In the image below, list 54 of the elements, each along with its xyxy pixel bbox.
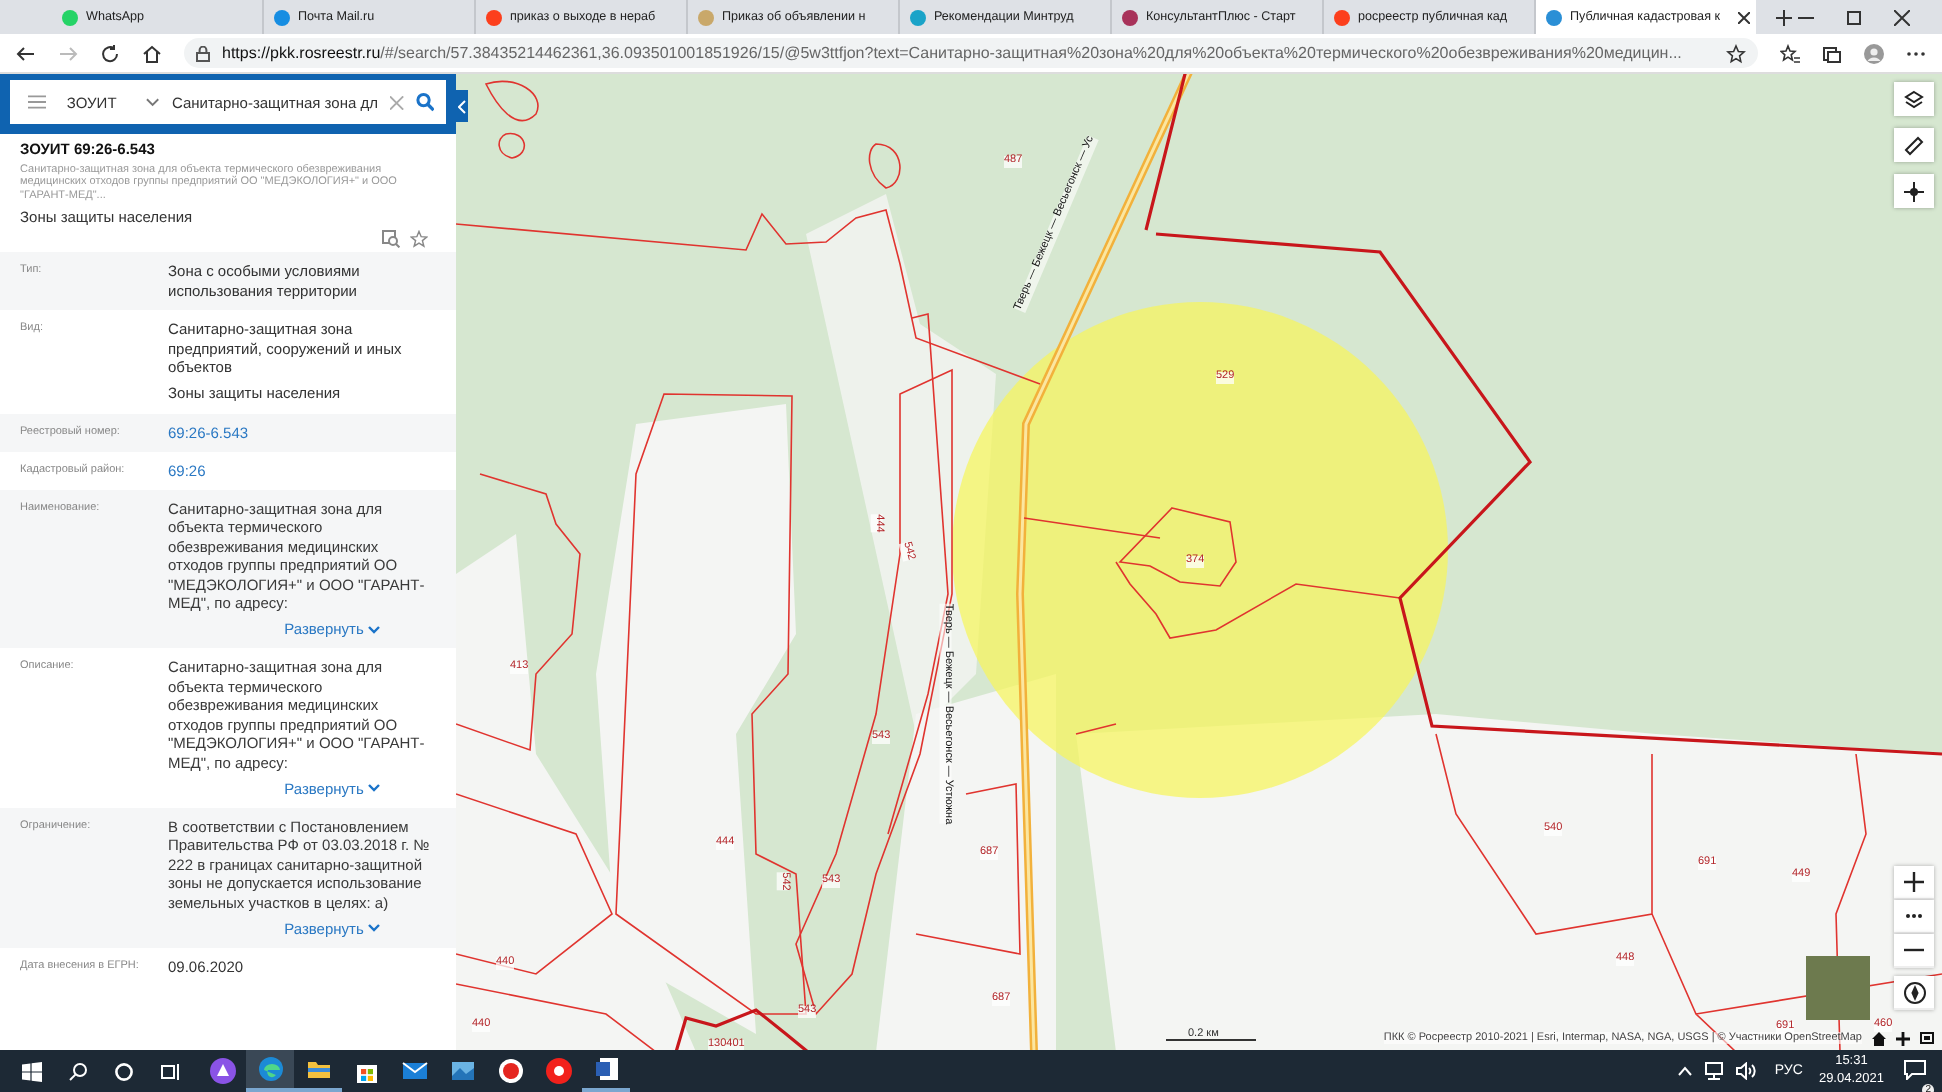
favorites-icon[interactable] — [1780, 43, 1800, 63]
compass-icon — [1903, 981, 1925, 1003]
star-icon[interactable] — [410, 229, 428, 248]
lock-icon — [196, 45, 210, 61]
zoom-in-button[interactable] — [1894, 866, 1934, 900]
collections-icon[interactable] — [1822, 43, 1842, 63]
ring-icon — [497, 1058, 523, 1084]
chevron-down-icon — [367, 784, 380, 793]
network-icon[interactable] — [1704, 1062, 1725, 1080]
document-icon — [593, 1056, 619, 1082]
plus-icon — [1904, 872, 1924, 892]
chevron-down-icon — [367, 924, 380, 933]
search-icon[interactable] — [68, 1061, 88, 1081]
zoom-levels-button[interactable] — [1894, 900, 1934, 934]
address-field[interactable]: https://pkk.rosreestr.ru/#/search/57.38435214462361,36.093501001851926/15/@5w3ttfjon?text=Санитарно-защитная%20зона%20для%20объекта%20термического%20обезвреживания%20медицин... — [184, 38, 1758, 68]
circle-icon[interactable] — [114, 1061, 134, 1081]
locate-button[interactable] — [1894, 174, 1934, 208]
dots-icon — [1904, 912, 1924, 920]
maximize-icon[interactable] — [1846, 9, 1862, 25]
speech-bubble-icon — [1904, 1059, 1926, 1079]
close-icon[interactable] — [1738, 11, 1750, 23]
zoom-out-button[interactable] — [1894, 934, 1934, 968]
triangle-circle-icon — [209, 1058, 235, 1084]
picture-icon — [449, 1058, 475, 1084]
profile-icon[interactable] — [1864, 43, 1884, 63]
back-icon[interactable] — [16, 43, 36, 63]
star-add-icon[interactable] — [1726, 43, 1746, 63]
menu-icon[interactable] — [28, 94, 47, 110]
browser-icon — [257, 1056, 283, 1082]
start-icon[interactable] — [22, 1061, 42, 1081]
crosshair-icon — [1904, 181, 1924, 201]
compass-button[interactable] — [1894, 976, 1934, 1010]
close-icon[interactable] — [1894, 9, 1910, 25]
chevron-down-icon[interactable] — [146, 97, 160, 107]
layers-button[interactable] — [1894, 82, 1934, 116]
ruler-icon — [1904, 135, 1924, 155]
ruler-button[interactable] — [1894, 128, 1934, 162]
envelope-icon — [401, 1058, 427, 1084]
layers-icon — [1904, 89, 1924, 109]
round-logo-icon — [545, 1058, 571, 1084]
chevron-up-icon[interactable] — [1678, 1066, 1693, 1076]
crosshair-icon[interactable] — [1896, 1032, 1910, 1046]
fullscreen-icon[interactable] — [1920, 1032, 1934, 1046]
chevron-left-icon — [458, 99, 466, 113]
chevron-down-icon — [367, 625, 380, 634]
new-tab-icon[interactable] — [1776, 9, 1792, 25]
home-icon[interactable] — [1872, 1032, 1886, 1046]
folder-icon — [305, 1056, 331, 1082]
zoom-to-object-icon[interactable] — [382, 229, 400, 248]
home-icon[interactable] — [142, 43, 162, 63]
reload-icon[interactable] — [100, 43, 120, 63]
volume-icon[interactable] — [1736, 1062, 1757, 1080]
task-view-icon[interactable] — [160, 1061, 180, 1081]
collapse-panel-button[interactable] — [456, 90, 468, 122]
